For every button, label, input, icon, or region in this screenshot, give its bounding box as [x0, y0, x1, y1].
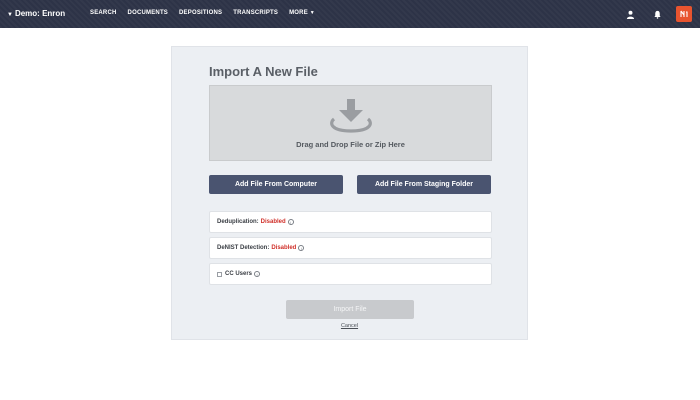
nav-transcripts[interactable]: TRANSCRIPTS — [233, 10, 278, 16]
bell-icon[interactable] — [649, 6, 665, 22]
page-title: Import A New File — [209, 64, 318, 79]
top-icons — [622, 6, 692, 22]
top-navigation-bar: ▼ Demo: Enron SEARCH DOCUMENTS DEPOSITION… — [0, 0, 700, 28]
nav-documents[interactable]: DOCUMENTS — [128, 10, 168, 16]
info-icon[interactable]: i — [298, 245, 305, 251]
import-file-panel: Import A New File Drag and Drop File or … — [171, 46, 528, 340]
workspace-selector[interactable]: ▼ Demo: Enron — [7, 9, 65, 18]
cc-users-label: CC Users — [225, 271, 253, 277]
dropzone-text: Drag and Drop File or Zip Here — [296, 140, 405, 149]
deduplication-label: Deduplication: — [217, 219, 259, 225]
cc-users-checkbox[interactable] — [217, 271, 222, 277]
import-file-button[interactable]: Import File — [286, 300, 414, 319]
deduplication-row: Deduplication: Disabled i — [209, 211, 492, 233]
denist-detection-row: DeNIST Detection: Disabled i — [209, 237, 492, 259]
nav-search[interactable]: SEARCH — [90, 10, 117, 16]
nav-more[interactable]: MORE ▼ — [289, 10, 315, 16]
caret-down-icon: ▼ — [7, 12, 13, 18]
info-icon[interactable]: i — [254, 271, 261, 277]
deduplication-status: Disabled — [260, 219, 286, 225]
user-icon[interactable] — [622, 6, 638, 22]
nav-more-label: MORE — [289, 10, 308, 16]
cc-users-row: CC Users i — [209, 263, 492, 285]
cancel-link[interactable]: Cancel — [172, 323, 527, 329]
add-file-from-computer-button[interactable]: Add File From Computer — [209, 175, 343, 194]
denist-status: Disabled — [271, 245, 297, 251]
brand-logo-icon[interactable] — [676, 6, 692, 22]
file-dropzone[interactable]: Drag and Drop File or Zip Here — [209, 85, 492, 161]
nav-depositions[interactable]: DEPOSITIONS — [179, 10, 222, 16]
main-nav: SEARCH DOCUMENTS DEPOSITIONS TRANSCRIPTS… — [90, 10, 315, 16]
workspace-name: Demo: Enron — [14, 9, 66, 18]
denist-label: DeNIST Detection: — [217, 245, 270, 251]
chevron-down-icon: ▼ — [309, 10, 315, 16]
add-file-from-staging-button[interactable]: Add File From Staging Folder — [357, 175, 491, 194]
download-tray-icon — [330, 99, 372, 133]
info-icon[interactable]: i — [287, 219, 294, 225]
